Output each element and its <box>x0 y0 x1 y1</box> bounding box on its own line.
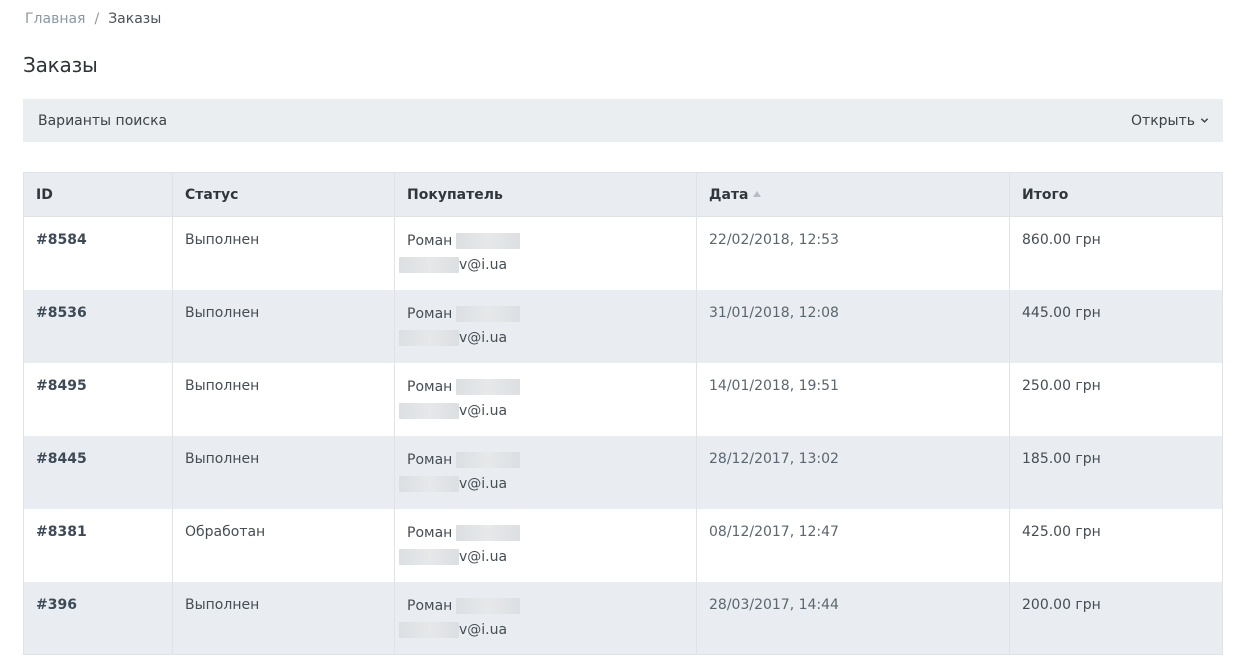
order-date: 28/12/2017, 13:02 <box>696 435 1010 509</box>
open-search-button[interactable]: Открыть <box>1131 113 1209 129</box>
buyer-name: Роман <box>407 451 453 468</box>
sort-ascending-icon <box>753 190 762 197</box>
redacted-email <box>399 621 459 638</box>
buyer-name: Роман <box>407 597 453 614</box>
order-date: 14/01/2018, 19:51 <box>696 362 1010 436</box>
order-buyer: Роман v@i.ua <box>394 581 697 655</box>
breadcrumb-separator: / <box>94 11 100 27</box>
order-date: 31/01/2018, 12:08 <box>696 289 1010 363</box>
buyer-name: Роман <box>407 233 453 249</box>
buyer-email-suffix: v@i.ua <box>459 257 508 273</box>
order-total: 425.00 грн <box>1009 508 1223 582</box>
order-total: 185.00 грн <box>1009 435 1223 509</box>
redacted-surname <box>456 378 521 395</box>
open-search-label: Открыть <box>1131 112 1195 129</box>
order-buyer: Роман v@i.ua <box>394 289 697 363</box>
order-total: 445.00 грн <box>1009 289 1223 363</box>
buyer-email-suffix: v@i.ua <box>459 475 508 492</box>
redacted-email <box>399 402 459 419</box>
column-header-status[interactable]: Статус <box>172 172 395 217</box>
redacted-surname <box>456 451 521 468</box>
table-row[interactable]: #8495 Выполнен Роман v@i.ua 14/01/2018, 19:5… <box>23 362 1223 436</box>
buyer-name: Роман <box>407 378 453 395</box>
orders-table: ID Статус Покупатель Дата Итого #8584 Вып… <box>23 172 1223 655</box>
redacted-surname <box>456 524 521 541</box>
breadcrumb: Главная / Заказы <box>25 11 161 27</box>
order-total: 860.00 грн <box>1009 216 1223 290</box>
order-total: 250.00 грн <box>1009 362 1223 436</box>
order-status: Выполнен <box>172 581 395 655</box>
order-date: 22/02/2018, 12:53 <box>696 216 1010 290</box>
order-id-link[interactable]: #8445 <box>23 435 173 509</box>
order-status: Выполнен <box>172 289 395 363</box>
order-date: 08/12/2017, 12:47 <box>696 508 1010 582</box>
redacted-email <box>399 257 459 273</box>
column-header-total[interactable]: Итого <box>1009 172 1223 217</box>
search-options-panel: Варианты поиска Открыть <box>23 99 1223 142</box>
buyer-email-suffix: v@i.ua <box>459 402 508 419</box>
redacted-surname <box>456 305 521 322</box>
buyer-name: Роман <box>407 305 453 322</box>
buyer-email-suffix: v@i.ua <box>459 621 508 638</box>
order-buyer: Роман v@i.ua <box>394 508 697 582</box>
table-header-row: ID Статус Покупатель Дата Итого <box>23 172 1223 217</box>
column-header-date[interactable]: Дата <box>696 172 1010 217</box>
chevron-down-icon <box>1200 118 1209 123</box>
order-id-link[interactable]: #8381 <box>23 508 173 582</box>
breadcrumb-current: Заказы <box>108 11 162 27</box>
table-row[interactable]: #8381 Обработан Роман v@i.ua 08/12/2017, 12:… <box>23 508 1223 582</box>
buyer-email-suffix: v@i.ua <box>459 548 508 565</box>
order-status: Выполнен <box>172 216 395 290</box>
table-row[interactable]: #396 Выполнен Роман v@i.ua 28/03/2017, 14:44… <box>23 581 1223 655</box>
column-header-date-label: Дата <box>709 186 749 203</box>
order-id-link[interactable]: #8584 <box>23 216 173 290</box>
page-title: Заказы <box>23 53 98 77</box>
order-status: Обработан <box>172 508 395 582</box>
order-buyer: Роман v@i.ua <box>394 216 697 290</box>
table-row[interactable]: #8584 Выполнен Роман v@i.ua 22/02/2018, 12:5… <box>23 216 1223 290</box>
order-date: 28/03/2017, 14:44 <box>696 581 1010 655</box>
order-status: Выполнен <box>172 435 395 509</box>
order-id-link[interactable]: #8536 <box>23 289 173 363</box>
breadcrumb-home-link[interactable]: Главная <box>25 11 85 27</box>
redacted-email <box>399 548 459 565</box>
table-row[interactable]: #8536 Выполнен Роман v@i.ua 31/01/2018, 12:0… <box>23 289 1223 363</box>
order-buyer: Роман v@i.ua <box>394 362 697 436</box>
column-header-buyer[interactable]: Покупатель <box>394 172 697 217</box>
redacted-email <box>399 475 459 492</box>
redacted-surname <box>456 597 521 614</box>
order-id-link[interactable]: #396 <box>23 581 173 655</box>
table-row[interactable]: #8445 Выполнен Роман v@i.ua 28/12/2017, 13:0… <box>23 435 1223 509</box>
column-header-id[interactable]: ID <box>23 172 173 217</box>
order-id-link[interactable]: #8495 <box>23 362 173 436</box>
redacted-email <box>399 329 459 346</box>
search-options-label: Варианты поиска <box>38 112 168 129</box>
buyer-email-suffix: v@i.ua <box>459 329 508 346</box>
order-status: Выполнен <box>172 362 395 436</box>
buyer-name: Роман <box>407 524 453 541</box>
redacted-surname <box>456 233 521 249</box>
order-total: 200.00 грн <box>1009 581 1223 655</box>
order-buyer: Роман v@i.ua <box>394 435 697 509</box>
